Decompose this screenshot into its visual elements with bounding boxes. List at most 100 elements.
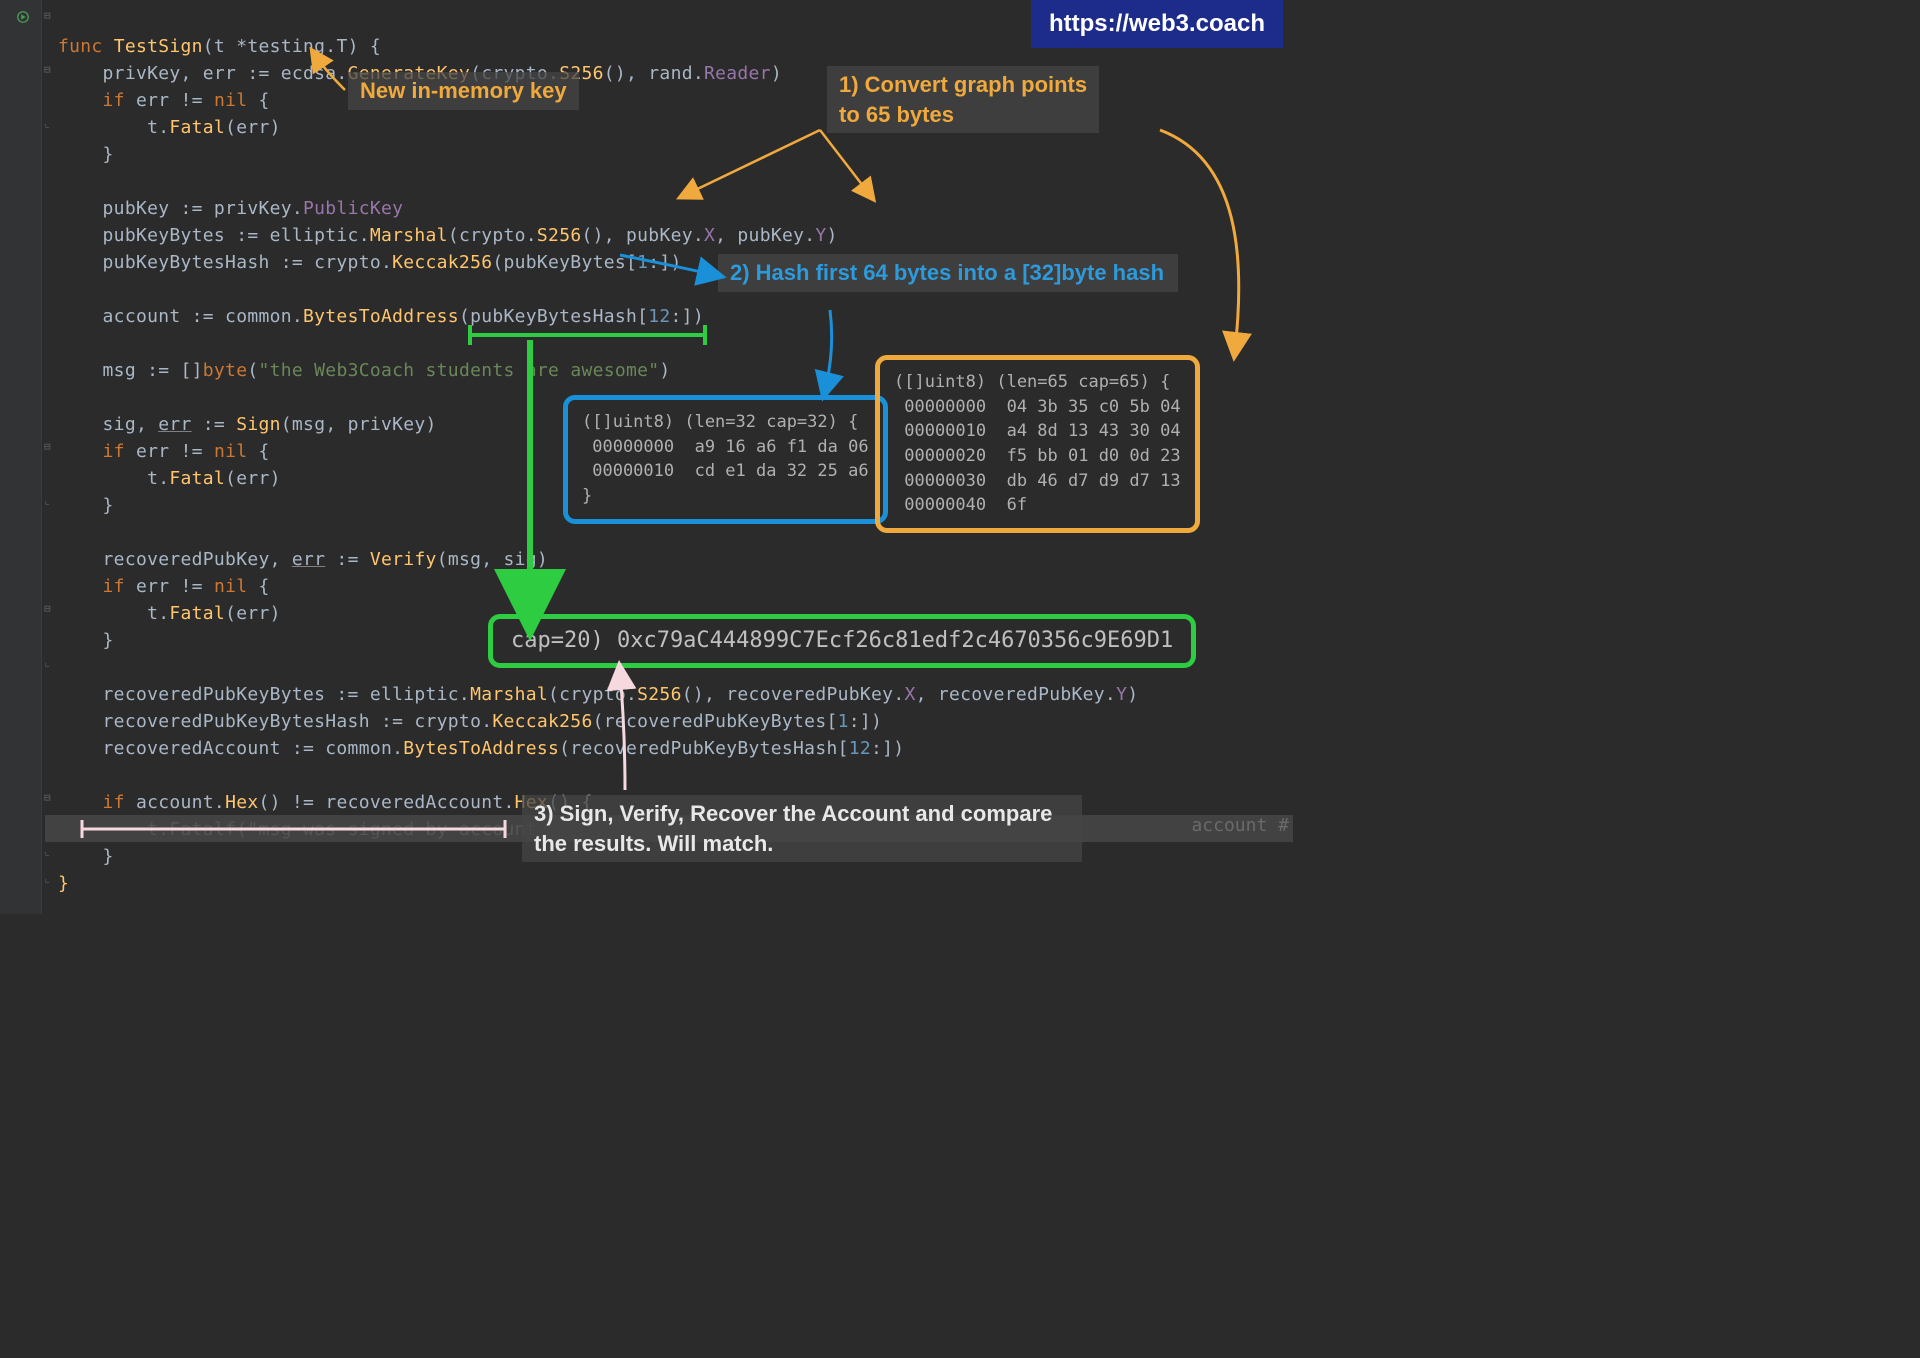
code-hint-tail: account # bbox=[1191, 815, 1289, 836]
code-token: nil bbox=[214, 576, 247, 597]
code-token: } bbox=[58, 495, 114, 516]
code-token: ) { bbox=[348, 36, 381, 57]
hex-address: cap=20) 0xc79aC444899C7Ecf26c81edf2c4670… bbox=[488, 614, 1196, 668]
code-token: nil bbox=[214, 441, 247, 462]
code-token: Fatalf bbox=[169, 819, 236, 840]
code-token: if bbox=[58, 576, 136, 597]
code-token: (t *testing. bbox=[203, 36, 337, 57]
code-token: S256 bbox=[537, 225, 582, 246]
code-token: 1 bbox=[637, 252, 648, 273]
code-token: Fatal bbox=[169, 603, 225, 624]
site-banner[interactable]: https://web3.coach bbox=[1031, 0, 1283, 48]
annotation-new-key: New in-memory key bbox=[348, 72, 579, 110]
code-token: recoveredPubKeyBytes := elliptic. bbox=[58, 684, 470, 705]
code-token: Fatal bbox=[169, 468, 225, 489]
code-token: if bbox=[58, 792, 136, 813]
code-token: ) bbox=[1127, 684, 1138, 705]
code-token: ) bbox=[827, 225, 838, 246]
code-token: Reader bbox=[704, 63, 771, 84]
code-token: { bbox=[247, 441, 269, 462]
fold-marker[interactable]: ⌞ bbox=[44, 117, 54, 130]
code-token: { bbox=[247, 576, 269, 597]
code-token: nil bbox=[214, 90, 247, 111]
code-token: BytesToAddress bbox=[403, 738, 559, 759]
code-token: (recoveredPubKeyBytes[ bbox=[593, 711, 838, 732]
code-token: ) bbox=[659, 360, 670, 381]
code-token: BytesToAddress bbox=[303, 306, 459, 327]
code-token: func bbox=[58, 36, 114, 57]
fold-marker[interactable]: ⌞ bbox=[44, 845, 54, 858]
code-token: Marshal bbox=[470, 684, 548, 705]
code-token: sig, bbox=[58, 414, 158, 435]
code-token: ) bbox=[771, 63, 782, 84]
code-token: pubKey := privKey. bbox=[58, 198, 303, 219]
code-token: :]) bbox=[671, 306, 704, 327]
code-token: (msg, sig) bbox=[437, 549, 548, 570]
code-token: (), pubKey. bbox=[581, 225, 704, 246]
code-token: Marshal bbox=[370, 225, 448, 246]
code-token: if bbox=[58, 90, 136, 111]
code-token: (err) bbox=[225, 468, 281, 489]
code-token: (recoveredPubKeyBytesHash[ bbox=[559, 738, 849, 759]
code-token: :]) bbox=[648, 252, 681, 273]
code-token: recoveredPubKey, bbox=[58, 549, 292, 570]
code-token: account := common. bbox=[58, 306, 303, 327]
code-token: (msg, privKey) bbox=[281, 414, 437, 435]
code-token: t. bbox=[58, 117, 169, 138]
code-token: (crypto. bbox=[548, 684, 637, 705]
fold-marker[interactable]: ⌞ bbox=[44, 494, 54, 507]
code-token: t. bbox=[58, 819, 169, 840]
annotation-step2: 2) Hash first 64 bytes into a [32]byte h… bbox=[718, 254, 1178, 292]
code-token: X bbox=[904, 684, 915, 705]
code-token: "the Web3Coach students are awesome" bbox=[258, 360, 659, 381]
code-token: (err) bbox=[225, 117, 281, 138]
code-token: 12 bbox=[849, 738, 871, 759]
code-token: , pubKey. bbox=[715, 225, 815, 246]
code-token: Y bbox=[1116, 684, 1127, 705]
code-token: Verify bbox=[370, 549, 437, 570]
code-token: err bbox=[292, 549, 325, 570]
code-token: Sign bbox=[236, 414, 281, 435]
fold-marker[interactable]: ⊟ bbox=[44, 63, 54, 76]
code-token: err != bbox=[136, 90, 214, 111]
fold-marker[interactable]: ⊟ bbox=[44, 602, 54, 615]
fold-marker[interactable]: ⊟ bbox=[44, 9, 54, 22]
code-token: := bbox=[325, 549, 370, 570]
code-token: (pubKeyBytes[ bbox=[492, 252, 637, 273]
code-token: , recoveredPubKey. bbox=[916, 684, 1116, 705]
code-token: privKey, err := ecdsa. bbox=[58, 63, 348, 84]
hex-dump-32bytes: ([]uint8) (len=32 cap=32) { 00000000 a9 … bbox=[563, 395, 888, 524]
fold-marker[interactable]: ⊟ bbox=[44, 791, 54, 804]
fold-marker[interactable]: ⌞ bbox=[44, 656, 54, 669]
code-token: := bbox=[192, 414, 237, 435]
fold-marker[interactable]: ⊟ bbox=[44, 440, 54, 453]
code-token: if bbox=[58, 441, 136, 462]
code-token: Y bbox=[815, 225, 826, 246]
code-token: Hex bbox=[225, 792, 258, 813]
code-token: (pubKeyBytesHash[ bbox=[459, 306, 648, 327]
code-token: Fatal bbox=[169, 117, 225, 138]
code-token: :]) bbox=[871, 738, 904, 759]
code-token: byte bbox=[203, 360, 248, 381]
code-token: :]) bbox=[849, 711, 882, 732]
code-token: } bbox=[58, 144, 114, 165]
fold-marker[interactable]: ⌞ bbox=[44, 872, 54, 885]
code-token: err != bbox=[136, 576, 214, 597]
hex-dump-65bytes: ([]uint8) (len=65 cap=65) { 00000000 04 … bbox=[875, 355, 1200, 533]
code-token: msg := [] bbox=[58, 360, 203, 381]
code-token: PublicKey bbox=[303, 198, 403, 219]
code-token: "msg was signed by account bbox=[247, 819, 548, 840]
code-token: ( bbox=[236, 819, 247, 840]
run-test-icon[interactable] bbox=[16, 8, 30, 22]
code-token: t. bbox=[58, 603, 169, 624]
code-token: T bbox=[336, 36, 347, 57]
annotation-step1: 1) Convert graph points to 65 bytes bbox=[827, 66, 1099, 133]
code-token: t. bbox=[58, 468, 169, 489]
code-token: err != bbox=[136, 441, 214, 462]
code-token: } bbox=[58, 630, 114, 651]
code-token: } bbox=[58, 846, 114, 867]
code-token: (err) bbox=[225, 603, 281, 624]
code-token: 12 bbox=[648, 306, 670, 327]
code-token: } bbox=[58, 873, 69, 894]
code-token: X bbox=[704, 225, 715, 246]
